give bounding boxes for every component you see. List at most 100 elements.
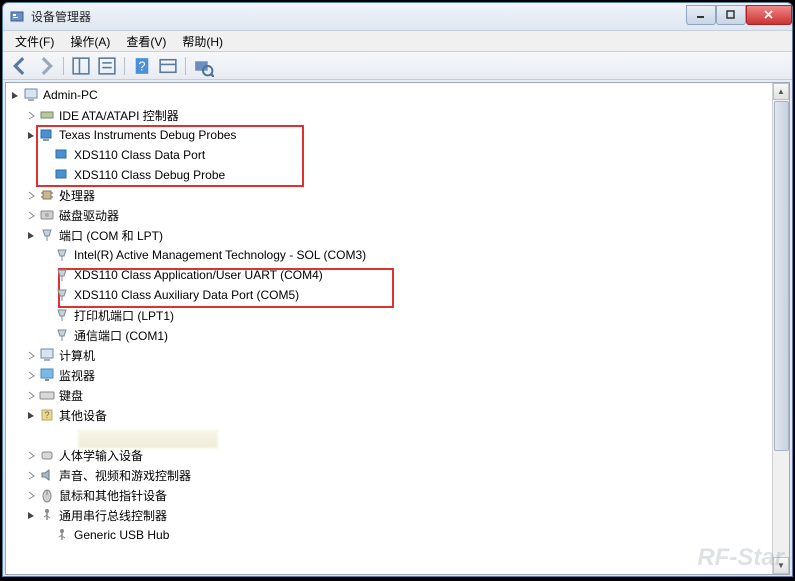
node-label: XDS110 Class Data Port xyxy=(74,148,205,162)
node-label: 监视器 xyxy=(59,367,95,384)
tree-node[interactable]: 磁盘驱动器 xyxy=(6,205,772,225)
expander-icon[interactable] xyxy=(26,110,37,121)
toolbar-separator xyxy=(124,57,125,75)
expander-icon[interactable] xyxy=(26,350,37,361)
tree-node-ports[interactable]: 端口 (COM 和 LPT) xyxy=(6,225,772,245)
node-label: 处理器 xyxy=(59,187,95,204)
node-label: Admin-PC xyxy=(43,88,98,102)
expander-icon[interactable] xyxy=(26,410,37,421)
properties-button[interactable] xyxy=(95,55,119,77)
vertical-scrollbar[interactable]: ▲ ▼ xyxy=(772,83,789,574)
node-label: 键盘 xyxy=(59,387,83,404)
tree-node[interactable]: Intel(R) Active Management Technology - … xyxy=(6,245,772,265)
probe-icon xyxy=(54,167,70,183)
expander-icon[interactable] xyxy=(26,470,37,481)
tree-node[interactable]: 人体学输入设备 xyxy=(6,445,772,465)
node-label: 通信端口 (COM1) xyxy=(74,327,168,344)
tree-node[interactable]: 打印机端口 (LPT1) xyxy=(6,305,772,325)
node-label: XDS110 Class Application/User UART (COM4… xyxy=(74,268,323,282)
svg-text:?: ? xyxy=(44,410,49,420)
window-title: 设备管理器 xyxy=(31,8,686,25)
toolbar-separator xyxy=(185,57,186,75)
scroll-down-button[interactable]: ▼ xyxy=(773,557,789,574)
back-button[interactable] xyxy=(8,55,32,77)
expander-icon[interactable] xyxy=(26,390,37,401)
menu-view[interactable]: 查看(V) xyxy=(118,31,174,52)
tree-node-ti-probes[interactable]: Texas Instruments Debug Probes xyxy=(6,125,772,145)
computer-icon xyxy=(23,87,39,103)
port-icon xyxy=(54,327,70,343)
tree-node[interactable]: 通信端口 (COM1) xyxy=(6,325,772,345)
mouse-icon xyxy=(39,487,55,503)
tree-node-usb[interactable]: 通用串行总线控制器 xyxy=(6,505,772,525)
tree-node-root[interactable]: Admin-PC xyxy=(6,85,772,105)
menu-action[interactable]: 操作(A) xyxy=(62,31,118,52)
disk-icon xyxy=(39,207,55,223)
node-label: XDS110 Class Auxiliary Data Port (COM5) xyxy=(74,288,299,302)
node-label: IDE ATA/ATAPI 控制器 xyxy=(59,107,179,124)
node-label: 鼠标和其他指针设备 xyxy=(59,487,167,504)
node-label: 声音、视频和游戏控制器 xyxy=(59,467,191,484)
view-button[interactable] xyxy=(156,55,180,77)
expander-icon[interactable] xyxy=(26,450,37,461)
expander-icon[interactable] xyxy=(26,190,37,201)
usb-icon xyxy=(54,527,70,543)
menu-file[interactable]: 文件(F) xyxy=(7,31,62,52)
device-tree[interactable]: Admin-PC IDE ATA/ATAPI 控制器 Texas Instrum… xyxy=(6,83,772,574)
expander-icon[interactable] xyxy=(26,510,37,521)
tree-node[interactable]: 声音、视频和游戏控制器 xyxy=(6,465,772,485)
expander-icon[interactable] xyxy=(26,370,37,381)
scroll-up-button[interactable]: ▲ xyxy=(773,83,789,100)
help-button[interactable]: ? xyxy=(130,55,154,77)
scroll-thumb[interactable] xyxy=(774,101,789,451)
tree-node[interactable]: 处理器 xyxy=(6,185,772,205)
expander-icon[interactable] xyxy=(10,90,21,101)
toolbar: ? xyxy=(3,52,792,80)
sound-icon xyxy=(39,467,55,483)
node-label: Texas Instruments Debug Probes xyxy=(59,128,236,142)
node-label: 其他设备 xyxy=(59,407,107,424)
tree-node[interactable]: XDS110 Class Application/User UART (COM4… xyxy=(6,265,772,285)
tree-node[interactable]: 计算机 xyxy=(6,345,772,365)
close-button[interactable] xyxy=(746,5,792,25)
node-label: 通用串行总线控制器 xyxy=(59,507,167,524)
tree-node[interactable]: XDS110 Class Data Port xyxy=(6,145,772,165)
usb-icon xyxy=(39,507,55,523)
menu-help[interactable]: 帮助(H) xyxy=(174,31,231,52)
monitor-icon xyxy=(39,367,55,383)
keyboard-icon xyxy=(39,387,55,403)
scan-button[interactable] xyxy=(191,55,215,77)
unknown-icon xyxy=(54,427,70,443)
tree-node[interactable]: 键盘 xyxy=(6,385,772,405)
menubar: 文件(F) 操作(A) 查看(V) 帮助(H) xyxy=(3,31,792,52)
tree-node-other[interactable]: ? 其他设备 xyxy=(6,405,772,425)
node-label: 磁盘驱动器 xyxy=(59,207,119,224)
node-label: 端口 (COM 和 LPT) xyxy=(59,227,163,244)
other-icon: ? xyxy=(39,407,55,423)
expander-icon[interactable] xyxy=(26,210,37,221)
port-icon xyxy=(54,307,70,323)
expander-icon[interactable] xyxy=(26,130,37,141)
node-label: XDS110 Class Debug Probe xyxy=(74,168,225,182)
probe-icon xyxy=(39,127,55,143)
maximize-button[interactable] xyxy=(716,5,746,25)
titlebar[interactable]: 设备管理器 xyxy=(3,3,792,31)
tree-node[interactable]: Generic USB Hub xyxy=(6,525,772,545)
tree-node[interactable]: 鼠标和其他指针设备 xyxy=(6,485,772,505)
expander-icon[interactable] xyxy=(26,230,37,241)
window-controls xyxy=(686,9,792,25)
tree-node[interactable]: XDS110 Class Auxiliary Data Port (COM5) xyxy=(6,285,772,305)
show-hide-button[interactable] xyxy=(69,55,93,77)
probe-icon xyxy=(54,147,70,163)
computer-icon xyxy=(39,347,55,363)
node-label: 计算机 xyxy=(59,347,95,364)
node-label: 打印机端口 (LPT1) xyxy=(74,307,174,324)
port-icon xyxy=(54,287,70,303)
tree-node-redacted[interactable] xyxy=(6,425,772,445)
expander-icon[interactable] xyxy=(26,490,37,501)
tree-node[interactable]: IDE ATA/ATAPI 控制器 xyxy=(6,105,772,125)
forward-button[interactable] xyxy=(34,55,58,77)
tree-node[interactable]: 监视器 xyxy=(6,365,772,385)
minimize-button[interactable] xyxy=(686,5,716,25)
tree-node[interactable]: XDS110 Class Debug Probe xyxy=(6,165,772,185)
